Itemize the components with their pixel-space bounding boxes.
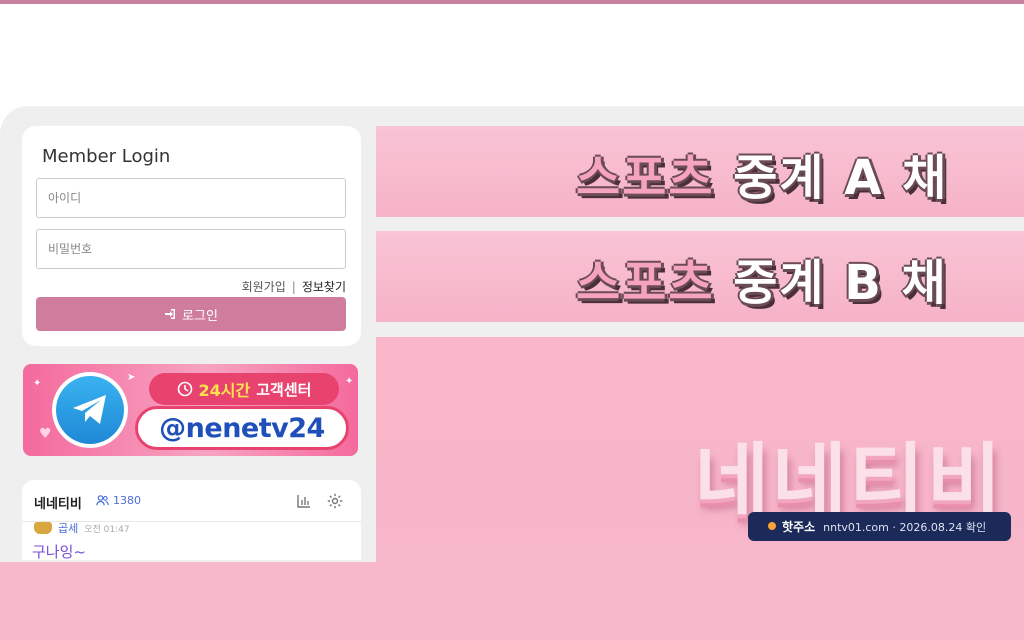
telegram-handle: @nenetv24 — [159, 412, 325, 444]
center-label: 고객센터 — [256, 380, 312, 399]
telegram-support-banner[interactable]: ✦ ♥ ➤ ✦ 24시간 고객센터 @nenetv24 — [23, 364, 358, 456]
telegram-logo — [52, 372, 128, 448]
link-separator: | — [291, 279, 296, 294]
support-hours-pill: 24시간 고객센터 — [149, 373, 339, 405]
telegram-handle-pill: @nenetv24 — [135, 406, 349, 450]
chat-message-author: 곱세 오전 01:47 — [34, 520, 130, 536]
account-links: 회원가입 | 정보찾기 — [242, 278, 346, 295]
id-input[interactable] — [36, 178, 346, 218]
chat-message-text: 구나잉~ — [32, 543, 86, 560]
paper-plane-icon: ➤ — [127, 372, 136, 383]
clock-icon — [177, 381, 192, 397]
status-dot-icon — [768, 522, 776, 530]
chat-widget: 네네티비 1380 곱세 오전 01:47 구나잉~ — [22, 480, 361, 560]
channel-a-title: 스포츠 중계 A 채 — [576, 138, 948, 208]
users-icon — [96, 495, 109, 506]
telegram-icon — [73, 395, 106, 424]
channel-b-prefix: 스포츠 — [576, 255, 715, 311]
notice-label: 핫주소 — [782, 520, 816, 534]
top-accent-line — [0, 0, 1024, 4]
notice-address: nntv01.com · 2026.08.24 확인 — [823, 520, 987, 534]
login-button-label: 로그인 — [182, 308, 218, 324]
heart-icon: ♥ — [39, 426, 52, 442]
password-input[interactable] — [36, 229, 346, 269]
signup-link[interactable]: 회원가입 — [242, 278, 286, 295]
message-username: 곱세 — [58, 522, 79, 535]
user-count-value: 1380 — [113, 494, 141, 507]
channel-a-text: 중계 A 채 — [733, 150, 949, 206]
hot-address-notice[interactable]: 핫주소 nntv01.com · 2026.08.24 확인 — [748, 512, 1011, 541]
sports-channel-a-banner[interactable]: 스포츠 중계 A 채 — [376, 126, 1024, 217]
login-button[interactable]: 로그인 — [36, 297, 346, 331]
sign-in-icon — [165, 309, 176, 319]
chat-header: 네네티비 1380 — [22, 480, 361, 522]
message-time: 오전 01:47 — [84, 524, 130, 535]
login-card: Member Login 회원가입 | 정보찾기 로그인 — [22, 126, 361, 346]
chat-user-count: 1380 — [96, 494, 141, 507]
find-info-link[interactable]: 정보찾기 — [302, 278, 346, 295]
chat-room-name: 네네티비 — [34, 497, 82, 512]
channel-b-title: 스포츠 중계 B 채 — [576, 243, 948, 313]
hours-label: 24시간 — [198, 381, 251, 400]
bottom-overlay — [0, 562, 1024, 640]
chart-icon[interactable] — [295, 492, 313, 510]
sparkle-icon: ✦ — [33, 378, 42, 389]
channel-a-prefix: 스포츠 — [576, 150, 715, 206]
login-title: Member Login — [42, 146, 171, 167]
crown-avatar-icon — [34, 522, 52, 534]
channel-b-text: 중계 B 채 — [733, 255, 948, 311]
gear-icon[interactable] — [326, 492, 344, 510]
sports-channel-b-banner[interactable]: 스포츠 중계 B 채 — [376, 231, 1024, 322]
sparkle-icon: ✦ — [345, 376, 354, 387]
